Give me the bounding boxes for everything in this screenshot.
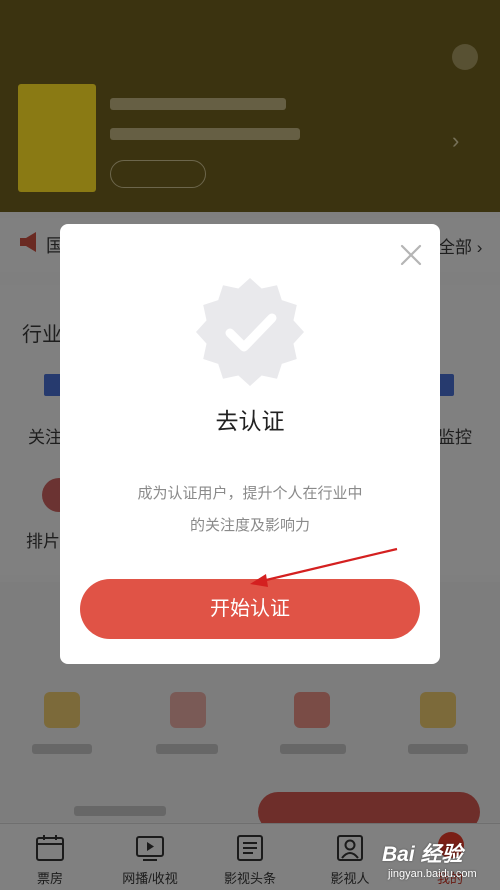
tab-streaming[interactable]: 网播/收视: [100, 824, 200, 890]
speaker-icon: [20, 232, 36, 252]
feature-icon-2: [170, 692, 206, 728]
hero-subtitle-placeholder: [110, 128, 300, 140]
hero-banner: ›: [0, 0, 500, 212]
monitor-label: 监控: [438, 428, 472, 447]
list-icon: [237, 835, 263, 861]
feature-label-4: [408, 744, 468, 754]
feature-icon-1: [44, 692, 80, 728]
start-verification-button[interactable]: 开始认证: [80, 579, 420, 639]
tab-headlines[interactable]: 影视头条: [200, 824, 300, 890]
tab-label: 票房: [36, 871, 63, 886]
tab-label: 影视头条: [223, 871, 276, 886]
hero-cover-image: [18, 84, 96, 192]
close-icon[interactable]: [398, 242, 424, 268]
watermark-brand: Bai 经验: [382, 843, 463, 866]
lower-text-placeholder: [74, 806, 166, 816]
notice-all-link: 全部 ›: [438, 238, 483, 257]
person-icon: [337, 835, 363, 861]
modal-title: 去认证: [215, 408, 285, 434]
calendar-icon: [36, 835, 64, 861]
follow-label: 关注: [28, 428, 62, 447]
baidu-jingyan-watermark: Bai 经验 jingyan.baidu.com: [382, 838, 498, 888]
feature-label-2: [156, 744, 218, 754]
feature-icon-3: [294, 692, 330, 728]
tab-box-office[interactable]: 票房: [0, 824, 100, 890]
hero-title-placeholder: [110, 98, 286, 110]
chevron-right-icon: ›: [452, 128, 460, 153]
hero-button: [110, 160, 206, 188]
hero-action-icon: [452, 44, 478, 70]
tab-label: 网播/收视: [122, 871, 178, 886]
modal-description-line-1: 成为认证用户，提升个人在行业中: [137, 485, 363, 502]
schedule-label: 排片: [26, 532, 60, 551]
feature-label-3: [280, 744, 346, 754]
feature-icon-4: [420, 692, 456, 728]
watermark-url: jingyan.baidu.com: [388, 868, 477, 880]
play-icon: [136, 836, 164, 861]
verified-check-icon: [196, 278, 304, 386]
section-title: 行业: [22, 324, 62, 346]
modal-description-line-2: 的关注度及影响力: [189, 517, 310, 534]
feature-label-1: [32, 744, 92, 754]
